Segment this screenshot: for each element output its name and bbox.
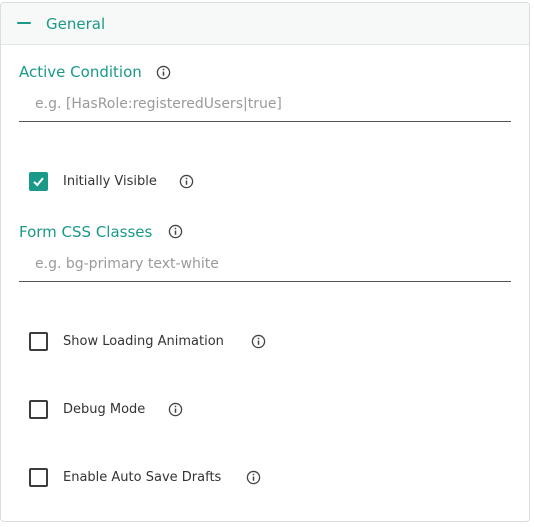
enable-auto-save-drafts-checkbox[interactable]: [29, 468, 48, 487]
minus-icon[interactable]: [17, 22, 31, 24]
info-icon[interactable]: [179, 174, 194, 189]
initially-visible-checkbox[interactable]: [29, 172, 48, 191]
active-condition-label: Active Condition: [19, 63, 142, 81]
form-css-classes-label: Form CSS Classes: [19, 223, 153, 241]
debug-mode-label: Debug Mode: [63, 402, 146, 417]
active-condition-input[interactable]: [19, 86, 511, 122]
show-loading-animation-checkbox[interactable]: [29, 332, 48, 351]
info-icon[interactable]: [168, 402, 183, 417]
show-loading-animation-label: Show Loading Animation: [63, 334, 224, 349]
panel-header[interactable]: General: [1, 3, 529, 45]
enable-auto-save-drafts-label: Enable Auto Save Drafts: [63, 470, 222, 485]
info-icon[interactable]: [251, 334, 266, 349]
info-icon[interactable]: [168, 224, 183, 239]
check-icon: [33, 177, 44, 187]
debug-mode-checkbox[interactable]: [29, 400, 48, 419]
info-icon[interactable]: [156, 65, 171, 80]
initially-visible-label: Initially Visible: [63, 174, 157, 189]
form-css-classes-input[interactable]: [19, 246, 511, 282]
panel-title: General: [46, 15, 106, 33]
info-icon[interactable]: [246, 470, 261, 485]
